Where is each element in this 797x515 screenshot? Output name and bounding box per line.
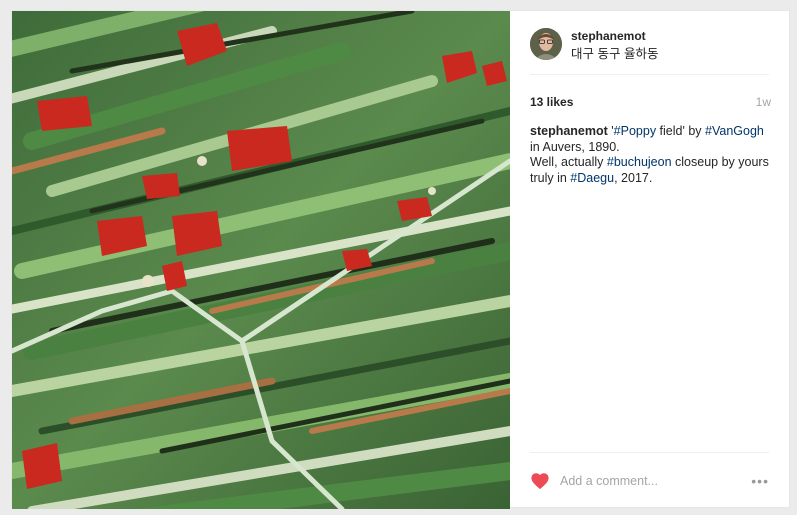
more-options-icon[interactable]: ••• bbox=[751, 473, 769, 489]
header-username[interactable]: stephanemot bbox=[571, 29, 646, 43]
caption-text: field' by bbox=[656, 124, 706, 138]
pancake-photo-image bbox=[12, 11, 510, 509]
comment-input[interactable] bbox=[560, 472, 740, 490]
heart-icon[interactable] bbox=[530, 472, 550, 490]
hashtag-daegu[interactable]: #Daegu bbox=[570, 171, 614, 185]
hashtag-vangogh[interactable]: #VanGogh bbox=[705, 124, 764, 138]
post-footer: ••• bbox=[530, 452, 769, 509]
post-sidebar: stephanemot 대구 동구 율하동 13 likes 1w stepha… bbox=[510, 11, 791, 509]
post-photo[interactable] bbox=[12, 11, 510, 509]
likes-count[interactable]: 13 likes bbox=[530, 95, 573, 109]
instagram-post: stephanemot 대구 동구 율하동 13 likes 1w stepha… bbox=[11, 10, 791, 509]
caption-username[interactable]: stephanemot bbox=[530, 124, 608, 138]
post-caption: stephanemot '#Poppy field' by #VanGogh i… bbox=[530, 124, 775, 186]
location-link[interactable]: 대구 동구 율하동 bbox=[571, 43, 658, 62]
caption-text: , 2017. bbox=[614, 170, 653, 185]
post-age[interactable]: 1w bbox=[756, 95, 771, 109]
caption-text: Well, actually bbox=[530, 155, 607, 169]
caption-text: in Auvers, 1890. bbox=[530, 139, 620, 154]
avatar[interactable] bbox=[530, 28, 562, 60]
post-header: stephanemot 대구 동구 율하동 bbox=[530, 11, 769, 75]
profile-picture-icon bbox=[530, 28, 562, 60]
hashtag-poppy[interactable]: #Poppy bbox=[614, 124, 656, 138]
hashtag-buchujeon[interactable]: #buchujeon bbox=[607, 155, 672, 169]
